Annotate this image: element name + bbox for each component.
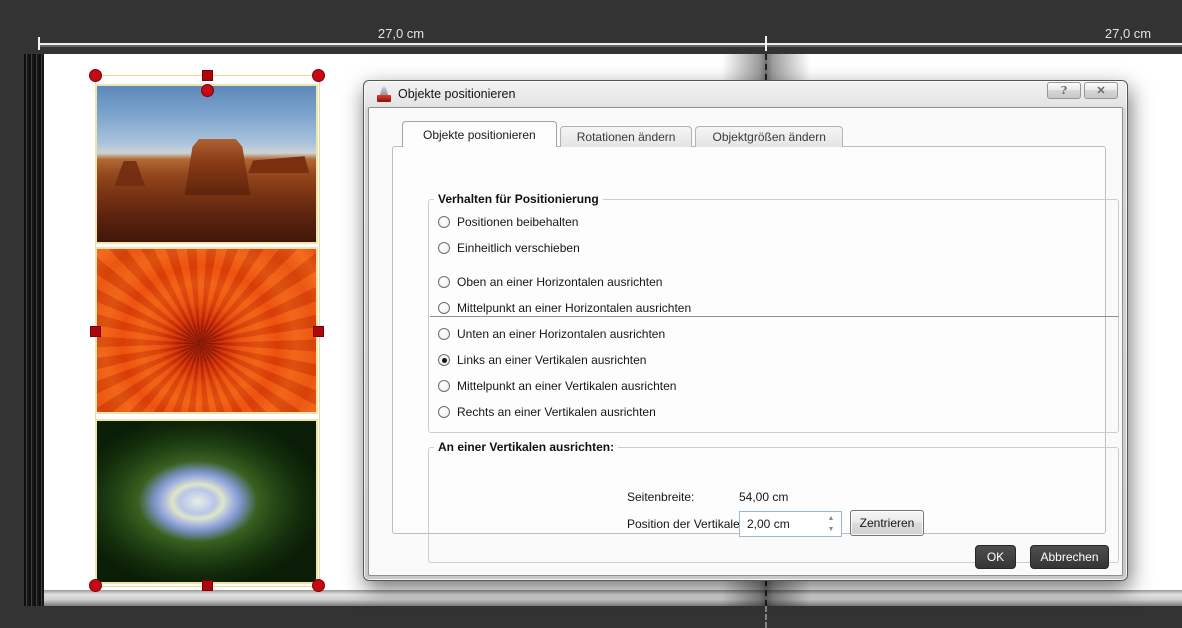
page-fold-line-below — [765, 606, 767, 628]
radio-button[interactable] — [438, 380, 450, 392]
page-width-label: Seitenbreite: — [627, 490, 695, 504]
radio-label: Oben an einer Horizontalen ausrichten — [457, 275, 663, 289]
radio-option[interactable]: Oben an einer Horizontalen ausrichten — [429, 269, 1118, 295]
handle-middle-left[interactable] — [89, 325, 101, 337]
handle-top-right[interactable] — [311, 68, 325, 82]
spinner-down-icon[interactable]: ▼ — [823, 524, 839, 535]
radio-button[interactable] — [438, 242, 450, 254]
radio-label: Einheitlich verschieben — [457, 241, 580, 255]
radio-label: Rechts an einer Vertikalen ausrichten — [457, 405, 656, 419]
behavior-options: Positionen beibehalten Einheitlich versch… — [429, 209, 1118, 261]
radio-option[interactable]: Rechts an einer Vertikalen ausrichten — [429, 399, 1118, 425]
ruler-tick-center — [765, 36, 767, 51]
radio-option[interactable]: Mittelpunkt an einer Horizontalen ausric… — [429, 295, 1118, 321]
rotation-handle[interactable] — [200, 83, 214, 97]
group-positioning-behavior: Verhalten für Positionierung Positionen … — [428, 192, 1119, 433]
app-icon — [376, 86, 392, 102]
radio-option[interactable]: Positionen beibehalten — [429, 209, 1118, 235]
cancel-button[interactable]: Abbrechen — [1030, 545, 1109, 569]
dialog-title: Objekte positionieren — [398, 87, 516, 101]
radio-button[interactable] — [438, 328, 450, 340]
radio-button[interactable] — [438, 354, 450, 366]
ruler-tick-left — [38, 37, 40, 50]
butte-shape — [184, 139, 251, 196]
radio-label: Positionen beibehalten — [457, 215, 579, 229]
close-icon[interactable]: ✕ — [1084, 82, 1118, 99]
ok-button[interactable]: OK — [975, 545, 1016, 569]
radio-option[interactable]: Links an einer Vertikalen ausrichten — [429, 347, 1118, 373]
ruler — [38, 43, 1182, 45]
page-width-value: 54,00 cm — [739, 490, 789, 504]
radio-label: Mittelpunkt an einer Horizontalen ausric… — [457, 301, 692, 315]
ruler-label-left: 27,0 cm — [377, 26, 425, 41]
radio-option[interactable]: Einheitlich verschieben — [429, 235, 1118, 261]
radio-button[interactable] — [438, 276, 450, 288]
radio-button[interactable] — [438, 216, 450, 228]
vertical-position-field: ▲ ▼ — [739, 511, 842, 537]
vertical-position-input[interactable] — [740, 512, 823, 536]
group-title: An einer Vertikalen ausrichten: — [434, 440, 619, 454]
photobook-workspace: 27,0 cm 27,0 cm Objekte positionieren ? … — [0, 0, 1182, 628]
photo-orange-dahlia[interactable] — [95, 247, 318, 414]
page-bottom-edge — [44, 590, 1182, 606]
handle-bottom-center[interactable] — [201, 579, 213, 591]
radio-label: Unten an einer Horizontalen ausrichten — [457, 327, 666, 341]
dialog-titlebar[interactable]: Objekte positionieren ? ✕ — [364, 81, 1127, 107]
handle-middle-right[interactable] — [312, 325, 324, 337]
photo-monument-valley[interactable] — [95, 84, 318, 244]
radio-button[interactable] — [438, 406, 450, 418]
butte-shape — [114, 160, 146, 186]
center-button[interactable]: Zentrieren — [850, 510, 924, 536]
handle-top-left[interactable] — [88, 68, 102, 82]
photo-hydrangea[interactable] — [95, 419, 318, 584]
position-objects-dialog: Objekte positionieren ? ✕ Objekte positi… — [363, 80, 1128, 581]
radio-button[interactable] — [438, 302, 450, 314]
radio-label: Links an einer Vertikalen ausrichten — [457, 353, 647, 367]
ruler-label-right: 27,0 cm — [1104, 26, 1152, 41]
handle-bottom-right[interactable] — [311, 578, 325, 592]
tab-bar: Objekte positionieren Rotationen ändern Ob… — [402, 121, 843, 147]
tab-objektgr-en-ndern[interactable]: Objektgrößen ändern — [695, 126, 843, 147]
handle-top-center[interactable] — [201, 69, 213, 81]
align-options: Oben an einer Horizontalen ausrichten Mit… — [429, 269, 1118, 425]
page-binding-edge — [24, 54, 44, 606]
group-align-vertical: An einer Vertikalen ausrichten: Seitenbr… — [428, 440, 1119, 563]
vertical-position-label: Position der Vertikalen: — [627, 517, 750, 531]
radio-option[interactable]: Unten an einer Horizontalen ausrichten — [429, 321, 1118, 347]
handle-bottom-left[interactable] — [88, 578, 102, 592]
tab-rotationen-ndern[interactable]: Rotationen ändern — [559, 126, 693, 147]
tab-objekte-positionieren[interactable]: Objekte positionieren — [402, 121, 557, 147]
spinner-up-icon[interactable]: ▲ — [823, 513, 839, 524]
tab-panel: Verhalten für Positionierung Positionen … — [392, 146, 1119, 563]
help-icon[interactable]: ? — [1047, 82, 1081, 99]
mesa-shape — [248, 156, 310, 174]
group-title: Verhalten für Positionierung — [434, 192, 603, 206]
radio-label: Mittelpunkt an einer Vertikalen ausricht… — [457, 379, 677, 393]
radio-option[interactable]: Mittelpunkt an einer Vertikalen ausricht… — [429, 373, 1118, 399]
dialog-content: Objekte positionieren Rotationen ändern Ob… — [368, 107, 1123, 576]
